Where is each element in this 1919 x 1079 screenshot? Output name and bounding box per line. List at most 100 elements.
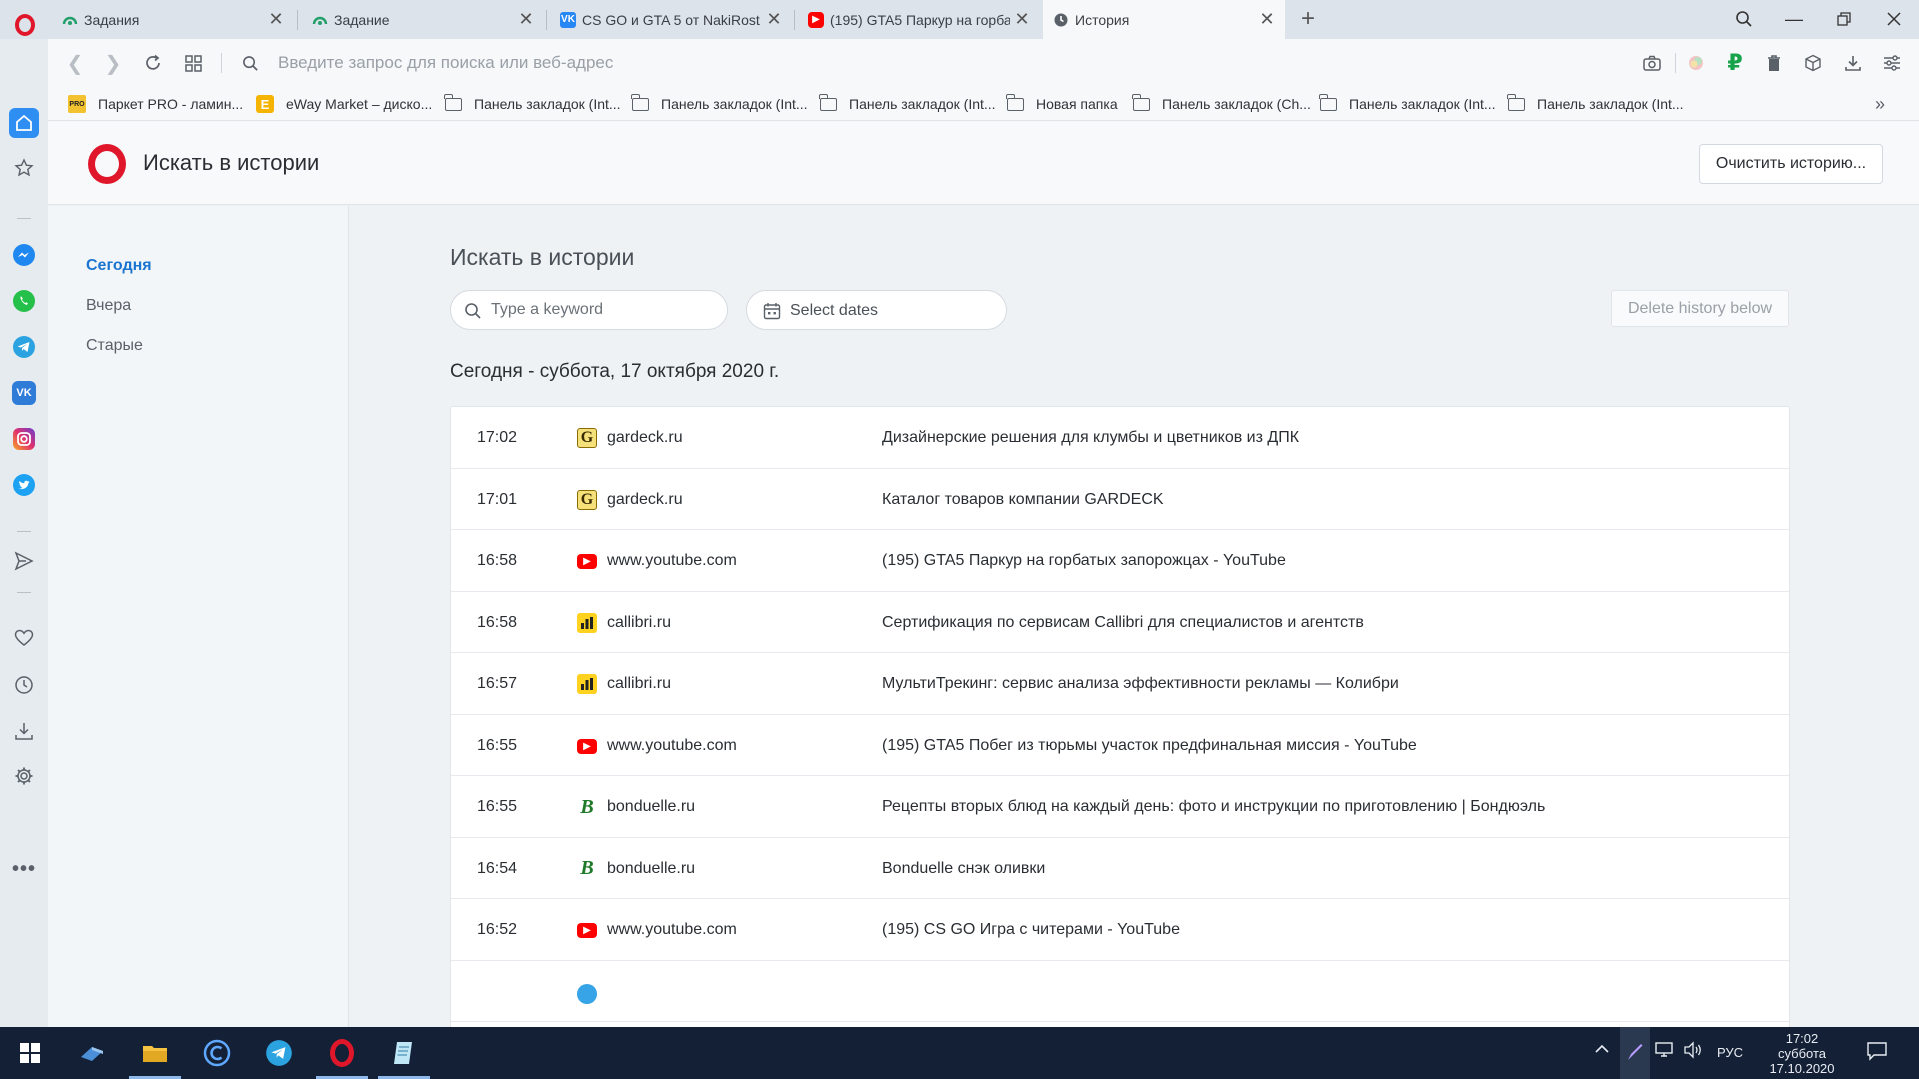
site-domain[interactable]: gardeck.ru bbox=[607, 491, 683, 509]
close-icon[interactable]: ✕ bbox=[266, 9, 286, 29]
tray-overflow-icon[interactable] bbox=[1594, 1041, 1610, 1060]
bookmarks-overflow-icon[interactable]: » bbox=[1875, 92, 1885, 116]
ruble-extension-icon[interactable]: ₽ bbox=[1720, 48, 1750, 78]
camera-icon[interactable] bbox=[1637, 48, 1667, 78]
nav-older[interactable]: Старые bbox=[86, 337, 143, 355]
page-title-link[interactable]: Дизайнерские решения для клумбы и цветни… bbox=[882, 429, 1299, 447]
bookmark-item[interactable]: E eWay Market – диско... bbox=[256, 92, 432, 116]
site-domain[interactable]: bonduelle.ru bbox=[607, 860, 695, 878]
close-icon[interactable]: ✕ bbox=[1012, 9, 1032, 29]
bookmark-item[interactable]: Панель закладок (Int... bbox=[1507, 92, 1684, 116]
nav-today[interactable]: Сегодня bbox=[86, 257, 152, 275]
nav-yesterday[interactable]: Вчера bbox=[86, 297, 131, 315]
twitter-icon[interactable] bbox=[9, 470, 39, 500]
messenger-icon[interactable] bbox=[9, 240, 39, 270]
site-domain[interactable]: callibri.ru bbox=[607, 675, 671, 693]
telegram-taskbar-icon[interactable] bbox=[249, 1027, 309, 1079]
instagram-icon[interactable] bbox=[9, 424, 39, 454]
history-row[interactable]: 16:58 callibri.ru Сертификация по сервис… bbox=[451, 592, 1789, 653]
reload-button[interactable] bbox=[138, 48, 168, 78]
input-language[interactable]: РУС bbox=[1717, 1045, 1743, 1060]
site-domain[interactable]: www.youtube.com bbox=[607, 737, 737, 755]
history-row-partial[interactable] bbox=[451, 961, 1789, 1022]
minimize-button[interactable]: — bbox=[1777, 4, 1811, 34]
telegram-icon[interactable] bbox=[9, 332, 39, 362]
settings-gear-icon[interactable] bbox=[9, 761, 39, 791]
tab-2[interactable]: Задание ✕ bbox=[302, 0, 544, 39]
heart-icon[interactable] bbox=[9, 623, 39, 653]
clear-history-button[interactable]: Очистить историю... bbox=[1699, 144, 1883, 184]
page-title-link[interactable]: Каталог товаров компании GARDECK bbox=[882, 491, 1164, 509]
opera-menu-button[interactable] bbox=[8, 8, 41, 41]
tab-5[interactable]: История ✕ bbox=[1043, 0, 1285, 39]
more-options-icon[interactable]: ••• bbox=[9, 854, 39, 884]
history-row[interactable]: 17:01 G gardeck.ru Каталог товаров компа… bbox=[451, 469, 1789, 530]
history-row[interactable]: 16:57 callibri.ru МультиТрекинг: сервис … bbox=[451, 653, 1789, 715]
close-window-button[interactable] bbox=[1877, 4, 1911, 34]
extension-cube-icon[interactable] bbox=[1681, 48, 1711, 78]
history-row[interactable]: 16:55 ▶ www.youtube.com (195) GTA5 Побег… bbox=[451, 715, 1789, 776]
page-title-link[interactable]: (195) GTA5 Побег из тюрьмы участок предф… bbox=[882, 737, 1417, 755]
vk-icon[interactable]: VK bbox=[9, 378, 39, 408]
system-clock[interactable]: 17:02 суббота 17.10.2020 bbox=[1760, 1031, 1844, 1076]
bookmark-item[interactable]: Панель закладок (Int... bbox=[444, 92, 621, 116]
keyword-input[interactable] bbox=[491, 299, 716, 321]
forward-button[interactable]: ❯ bbox=[98, 48, 128, 78]
windows-start-icon[interactable] bbox=[0, 1027, 60, 1079]
site-domain[interactable]: gardeck.ru bbox=[607, 429, 683, 447]
history-clock-icon[interactable] bbox=[9, 670, 39, 700]
box-icon[interactable] bbox=[1798, 48, 1828, 78]
download-icon[interactable] bbox=[1838, 48, 1868, 78]
bookmark-item[interactable]: PRO Паркет PRO - ламин... bbox=[68, 92, 243, 116]
page-title-link[interactable]: Bonduelle снэк оливки bbox=[882, 860, 1045, 878]
file-explorer-icon[interactable] bbox=[125, 1027, 185, 1079]
restore-button[interactable] bbox=[1827, 4, 1861, 34]
site-domain[interactable]: bonduelle.ru bbox=[607, 798, 695, 816]
opera-taskbar-icon[interactable] bbox=[312, 1027, 372, 1079]
address-input[interactable] bbox=[278, 49, 1378, 77]
close-icon[interactable]: ✕ bbox=[764, 9, 784, 29]
site-domain[interactable]: callibri.ru bbox=[607, 614, 671, 632]
site-domain[interactable]: www.youtube.com bbox=[607, 921, 737, 939]
bookmark-item[interactable]: Панель закладок (Ch... bbox=[1132, 92, 1311, 116]
network-icon[interactable] bbox=[1654, 1041, 1674, 1062]
volume-icon[interactable] bbox=[1683, 1041, 1703, 1062]
tab-4[interactable]: ▶ (195) GTA5 Паркур на горбатых запорожц… bbox=[798, 0, 1040, 39]
tab-search-icon[interactable] bbox=[1727, 4, 1761, 34]
close-icon[interactable]: ✕ bbox=[1257, 9, 1277, 29]
speed-dial-home-icon[interactable] bbox=[9, 108, 39, 138]
new-tab-button[interactable]: + bbox=[1295, 6, 1321, 32]
history-row[interactable]: 16:52 ▶ www.youtube.com (195) CS GO Игра… bbox=[451, 899, 1789, 961]
task-view-app-icon[interactable] bbox=[62, 1027, 122, 1079]
page-title-link[interactable]: (195) CS GO Игра с читерами - YouTube bbox=[882, 921, 1180, 939]
history-row[interactable]: 16:55 B bonduelle.ru Рецепты вторых блюд… bbox=[451, 776, 1789, 838]
back-button[interactable]: ❮ bbox=[60, 48, 90, 78]
tabs-grid-icon[interactable] bbox=[178, 48, 208, 78]
notepad-app-icon[interactable] bbox=[374, 1027, 434, 1079]
page-title-link[interactable]: (195) GTA5 Паркур на горбатых запорожцах… bbox=[882, 552, 1286, 570]
pen-tray-icon[interactable] bbox=[1620, 1027, 1650, 1079]
close-icon[interactable]: ✕ bbox=[516, 9, 536, 29]
easy-setup-icon[interactable] bbox=[1877, 48, 1907, 78]
tab-3[interactable]: VK CS GO и GTA 5 от NakiRost ✕ bbox=[550, 0, 792, 39]
send-flow-icon[interactable] bbox=[9, 546, 39, 576]
bookmark-item[interactable]: Панель закладок (Int... bbox=[631, 92, 808, 116]
bookmark-item[interactable]: Панель закладок (Int... bbox=[819, 92, 996, 116]
page-title-link[interactable]: Рецепты вторых блюд на каждый день: фото… bbox=[882, 798, 1545, 816]
bookmarks-star-icon[interactable] bbox=[9, 153, 39, 183]
site-domain[interactable]: www.youtube.com bbox=[607, 552, 737, 570]
keyword-search-box[interactable] bbox=[450, 290, 728, 330]
bookmark-item[interactable]: Новая папка bbox=[1006, 92, 1118, 116]
date-picker[interactable]: Select dates bbox=[746, 290, 1007, 330]
trash-icon[interactable] bbox=[1759, 48, 1789, 78]
whatsapp-icon[interactable] bbox=[9, 286, 39, 316]
ccleaner-icon[interactable] bbox=[187, 1027, 247, 1079]
downloads-icon[interactable] bbox=[9, 716, 39, 746]
delete-history-below-button[interactable]: Delete history below bbox=[1611, 290, 1789, 327]
tab-1[interactable]: Задания ✕ bbox=[52, 0, 294, 39]
page-title-link[interactable]: МультиТрекинг: сервис анализа эффективно… bbox=[882, 675, 1399, 693]
bookmark-item[interactable]: Панель закладок (Int... bbox=[1319, 92, 1496, 116]
notifications-icon[interactable] bbox=[1866, 1041, 1888, 1064]
page-title-link[interactable]: Сертификация по сервисам Callibri для сп… bbox=[882, 614, 1364, 632]
history-row[interactable]: 16:58 ▶ www.youtube.com (195) GTA5 Парку… bbox=[451, 530, 1789, 592]
